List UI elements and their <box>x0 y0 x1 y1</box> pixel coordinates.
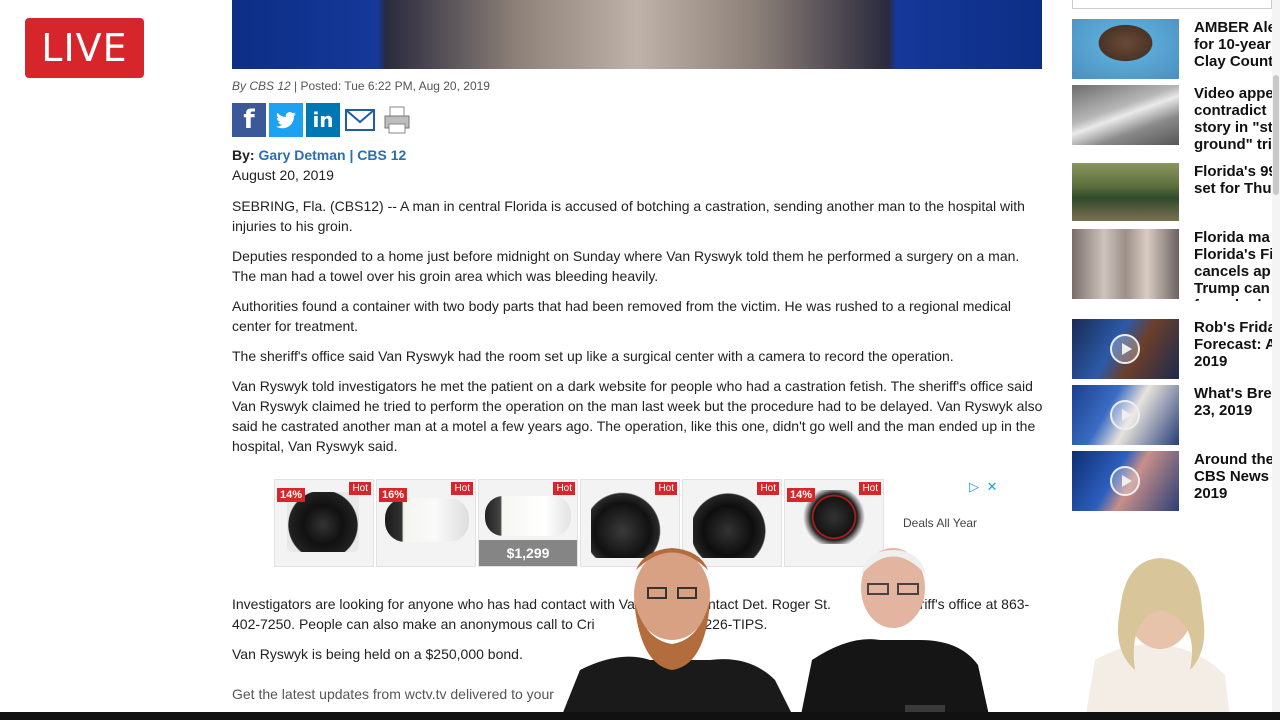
play-icon[interactable] <box>1110 400 1140 430</box>
presenter-left <box>560 548 795 720</box>
facebook-icon[interactable]: f <box>232 103 266 137</box>
story-thumbnail[interactable] <box>1072 163 1179 221</box>
story-thumbnail[interactable] <box>1072 385 1179 445</box>
meta-source: By CBS 12 <box>232 79 291 93</box>
story-thumbnail[interactable] <box>1072 451 1179 511</box>
story-title[interactable]: Florida ma Florida's Fi cancels ap Trump… <box>1194 229 1280 301</box>
story-thumbnail[interactable] <box>1072 19 1179 79</box>
hot-badge: Hot <box>757 482 779 495</box>
play-icon[interactable] <box>1110 334 1140 364</box>
hot-badge: Hot <box>859 482 881 495</box>
article-paragraph: Deputies responded to a home just before… <box>232 248 1020 284</box>
ad-product-card[interactable]: 16% Hot <box>376 479 476 567</box>
sidebar-story[interactable]: What's Bre 23, 2019 <box>1072 385 1280 445</box>
video-presenters-overlay <box>560 548 1230 720</box>
author-link[interactable]: Gary Detman | CBS 12 <box>258 147 406 163</box>
sidebar-story[interactable]: Florida's 99 set for Thu <box>1072 163 1280 221</box>
meta-posted: | Posted: Tue 6:22 PM, Aug 20, 2019 <box>294 79 490 93</box>
hot-badge: Hot <box>451 482 473 495</box>
sidebar-story[interactable]: AMBER Ale for 10-year Clay Count <box>1072 19 1280 79</box>
by-label: By: <box>232 147 255 163</box>
story-title[interactable]: Florida's 99 set for Thu <box>1194 163 1280 203</box>
article-meta: By CBS 12 | Posted: Tue 6:22 PM, Aug 20,… <box>232 79 490 93</box>
linkedin-icon[interactable]: in <box>306 103 340 137</box>
story-thumbnail[interactable] <box>1072 319 1179 379</box>
article-date: August 20, 2019 <box>232 167 334 183</box>
adchoices-icon[interactable]: ▷ <box>969 479 979 494</box>
article-paragraph: The sheriff's office said Van Ryswyk had… <box>232 348 954 364</box>
sidebar-box-edge <box>1072 0 1272 9</box>
ad-deals-text[interactable]: Deals All Year <box>903 516 977 530</box>
hot-badge: Hot <box>553 482 575 495</box>
twitter-icon[interactable] <box>269 103 303 137</box>
email-icon[interactable] <box>343 103 377 137</box>
story-title[interactable]: Video appe contradict story in "st groun… <box>1194 85 1280 155</box>
discount-badge: 14% <box>787 488 816 502</box>
sidebar-story[interactable]: Around the CBS News 2019 <box>1072 451 1280 511</box>
discount-badge: 16% <box>379 488 408 502</box>
ad-product-card[interactable]: 14% Hot <box>274 479 374 567</box>
article-hero-image <box>232 0 1042 69</box>
story-title[interactable]: Around the CBS News 2019 <box>1194 451 1280 505</box>
article-body: SEBRING, Fla. (CBS12) -- A man in centra… <box>232 196 1044 466</box>
play-icon[interactable] <box>1110 466 1140 496</box>
hot-badge: Hot <box>655 482 677 495</box>
presenter-center <box>800 548 990 720</box>
story-title[interactable]: AMBER Ale for 10-year Clay Count <box>1194 19 1280 79</box>
story-title[interactable]: Rob's Frida Forecast: A 2019 <box>1194 319 1280 373</box>
story-title[interactable]: What's Bre 23, 2019 <box>1194 385 1280 425</box>
ad-controls: ▷ ✕ <box>969 479 998 495</box>
story-thumbnail[interactable] <box>1072 229 1179 299</box>
hot-badge: Hot <box>349 482 371 495</box>
story-thumbnail[interactable] <box>1072 85 1179 145</box>
presenter-right <box>1085 558 1230 720</box>
author-byline: By: Gary Detman | CBS 12 <box>232 147 406 163</box>
share-buttons: f in <box>232 103 414 137</box>
live-badge: LIVE <box>25 18 144 78</box>
close-icon[interactable]: ✕ <box>987 479 998 494</box>
sidebar-story[interactable]: Video appe contradict story in "st groun… <box>1072 85 1280 153</box>
article-paragraph: SEBRING, Fla. (CBS12) -- A man in centra… <box>232 198 1025 234</box>
sidebar-story[interactable]: Florida ma Florida's Fi cancels ap Trump… <box>1072 229 1280 301</box>
latest-updates-text: Get the latest updates from wctv.tv deli… <box>232 686 554 702</box>
article-paragraph: Van Ryswyk told investigators he met the… <box>232 378 1043 454</box>
print-icon[interactable] <box>380 103 414 137</box>
discount-badge: 14% <box>277 488 306 502</box>
article-paragraph: Authorities found a container with two b… <box>232 298 1011 334</box>
scrollbar-thumb[interactable] <box>1273 75 1279 195</box>
video-bottom-bar <box>0 712 1280 720</box>
sidebar-story[interactable]: Rob's Frida Forecast: A 2019 <box>1072 319 1280 379</box>
